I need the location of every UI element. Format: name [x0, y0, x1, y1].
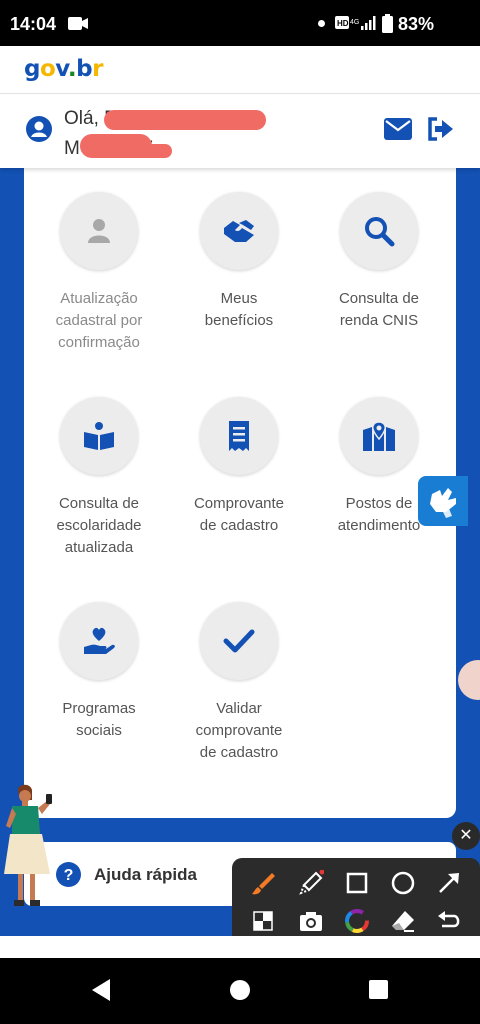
- mail-icon[interactable]: [384, 118, 412, 140]
- tile-icon-circle: [200, 602, 278, 680]
- map-pin-icon: [363, 421, 395, 451]
- tile-meus-beneficios[interactable]: Meus benefícios: [169, 192, 309, 332]
- tile-programas-sociais[interactable]: Programas sociais: [29, 602, 169, 742]
- camera-icon[interactable]: [298, 908, 324, 934]
- tile-comprovante-cadastro[interactable]: Comprovante de cadastro: [169, 397, 309, 537]
- tile-label: Consulta de escolaridade atualizada: [56, 495, 142, 556]
- signal-icon: HD 4G: [335, 16, 376, 30]
- user-icon: [88, 219, 110, 243]
- battery-icon: [382, 14, 393, 33]
- libras-accessibility-button[interactable]: [418, 476, 468, 526]
- tile-atualizacao-cadastral[interactable]: Atualização cadastral por confirmação: [29, 192, 169, 354]
- close-overlay-button[interactable]: ✕: [452, 822, 480, 850]
- sign-language-icon: [430, 488, 456, 518]
- arrow-icon[interactable]: [436, 870, 462, 896]
- tile-consulta-escolaridade[interactable]: Consulta de escolaridade atualizada: [29, 397, 169, 559]
- marker-icon[interactable]: [298, 870, 324, 896]
- help-label[interactable]: Ajuda rápida: [94, 865, 197, 885]
- back-icon[interactable]: [90, 978, 112, 1002]
- bottom-spacer: [0, 936, 480, 958]
- redaction-mark: [128, 144, 172, 158]
- square-icon[interactable]: [344, 870, 370, 896]
- circle-icon[interactable]: [390, 870, 416, 896]
- receipt-icon: [229, 421, 249, 451]
- user-avatar-icon[interactable]: [26, 116, 52, 142]
- check-icon: [223, 629, 255, 653]
- tile-icon-circle: [60, 397, 138, 475]
- tile-icon-circle: [200, 397, 278, 475]
- drawing-toolbar: [232, 858, 480, 946]
- tile-label: Programas sociais: [62, 700, 136, 739]
- tile-label: Consulta de renda CNIS: [338, 290, 420, 329]
- handshake-icon: [224, 220, 254, 242]
- tile-icon-circle: [340, 397, 418, 475]
- tile-icon-circle: [200, 192, 278, 270]
- book-icon: [84, 422, 114, 450]
- heart-hand-icon: [84, 627, 115, 654]
- woman-illustration: [4, 784, 52, 906]
- status-time: 14:04: [10, 14, 57, 34]
- tile-label: Comprovante de cadastro: [193, 495, 285, 534]
- notification-dot-icon: [318, 20, 325, 27]
- tile-label: Meus benefícios: [204, 290, 274, 329]
- home-icon[interactable]: [230, 980, 250, 1000]
- video-record-icon: [68, 17, 88, 30]
- checker-icon[interactable]: [250, 908, 276, 934]
- svg-text:?: ?: [64, 867, 74, 884]
- undo-icon[interactable]: [436, 908, 462, 934]
- svg-text:HD: HD: [337, 19, 349, 28]
- tile-label: Atualização cadastral por confirmação: [55, 290, 143, 351]
- tile-validar-comprovante[interactable]: Validar comprovante de cadastro: [169, 602, 309, 764]
- tile-icon-circle: [60, 602, 138, 680]
- gov-header: gov.br: [0, 46, 480, 94]
- search-icon: [365, 217, 395, 247]
- svg-text:4G: 4G: [350, 19, 359, 26]
- tile-consulta-renda-cnis[interactable]: Consulta de renda CNIS: [309, 192, 449, 332]
- tile-icon-circle: [340, 192, 418, 270]
- battery-level: 83%: [398, 14, 435, 34]
- recent-apps-icon[interactable]: [369, 980, 388, 999]
- logout-icon[interactable]: [426, 115, 454, 143]
- brush-icon[interactable]: [250, 870, 276, 896]
- tile-icon-circle: [60, 192, 138, 270]
- govbr-logo[interactable]: gov.br: [24, 56, 103, 82]
- tile-label: Validar comprovante de cadastro: [195, 700, 283, 761]
- redaction-mark: [104, 110, 266, 130]
- color-wheel-icon[interactable]: [344, 908, 370, 934]
- eraser-icon[interactable]: [390, 908, 416, 934]
